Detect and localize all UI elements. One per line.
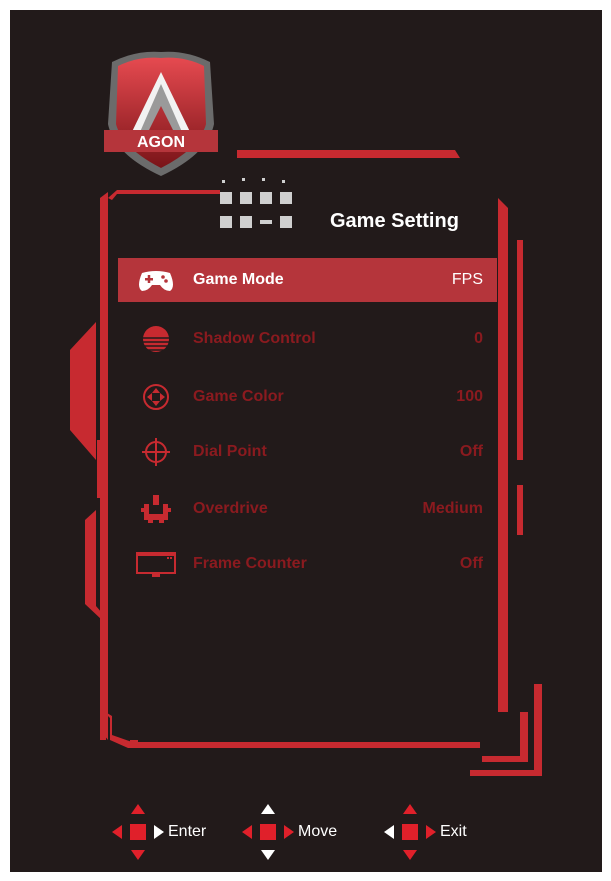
exit-dpad-icon bbox=[384, 804, 436, 860]
enter-dpad-icon bbox=[112, 804, 164, 860]
agon-shield-icon: AGON bbox=[104, 51, 218, 176]
frame-counter-icon bbox=[136, 552, 176, 577]
menu-item-value: Off bbox=[459, 443, 483, 460]
menu-item-shadow-control[interactable]: Shadow Control 0 bbox=[118, 317, 497, 361]
menu-item-value: FPS bbox=[451, 271, 483, 288]
move-label: Move bbox=[298, 823, 338, 840]
menu-item-label: Game Color bbox=[193, 388, 284, 405]
overdrive-icon bbox=[141, 495, 171, 523]
gamepad-icon bbox=[139, 271, 173, 291]
page-title: Game Setting bbox=[330, 210, 459, 232]
svg-text:AGON: AGON bbox=[137, 134, 185, 151]
move-hint: Move bbox=[242, 804, 337, 860]
exit-label: Exit bbox=[440, 823, 467, 840]
shadow-control-icon bbox=[142, 326, 170, 352]
menu-item-game-color[interactable]: Game Color 100 bbox=[118, 375, 497, 419]
menu-item-value: Off bbox=[459, 555, 483, 572]
menu-item-frame-counter[interactable]: Frame Counter Off bbox=[118, 542, 497, 586]
menu-item-value: Medium bbox=[422, 500, 483, 517]
game-setting-icon bbox=[212, 170, 312, 246]
game-color-icon bbox=[143, 384, 169, 410]
menu-item-game-mode[interactable]: Game Mode FPS bbox=[118, 258, 497, 302]
menu-item-value: 100 bbox=[456, 388, 483, 405]
exit-hint: Exit bbox=[384, 804, 467, 860]
menu-item-overdrive[interactable]: Overdrive Medium bbox=[118, 487, 497, 531]
menu-item-label: Game Mode bbox=[193, 271, 284, 288]
enter-label: Enter bbox=[168, 823, 207, 840]
menu-item-label: Shadow Control bbox=[193, 330, 316, 347]
move-dpad-icon bbox=[242, 804, 294, 860]
menu-item-dial-point[interactable]: Dial Point Off bbox=[118, 430, 497, 474]
crosshair-icon bbox=[142, 438, 170, 466]
agon-logo: AGON bbox=[96, 44, 226, 184]
menu-item-label: Overdrive bbox=[193, 500, 268, 517]
menu-item-label: Dial Point bbox=[193, 443, 267, 460]
menu-item-label: Frame Counter bbox=[193, 555, 307, 572]
enter-hint: Enter bbox=[112, 804, 206, 860]
menu-item-value: 0 bbox=[474, 330, 483, 347]
